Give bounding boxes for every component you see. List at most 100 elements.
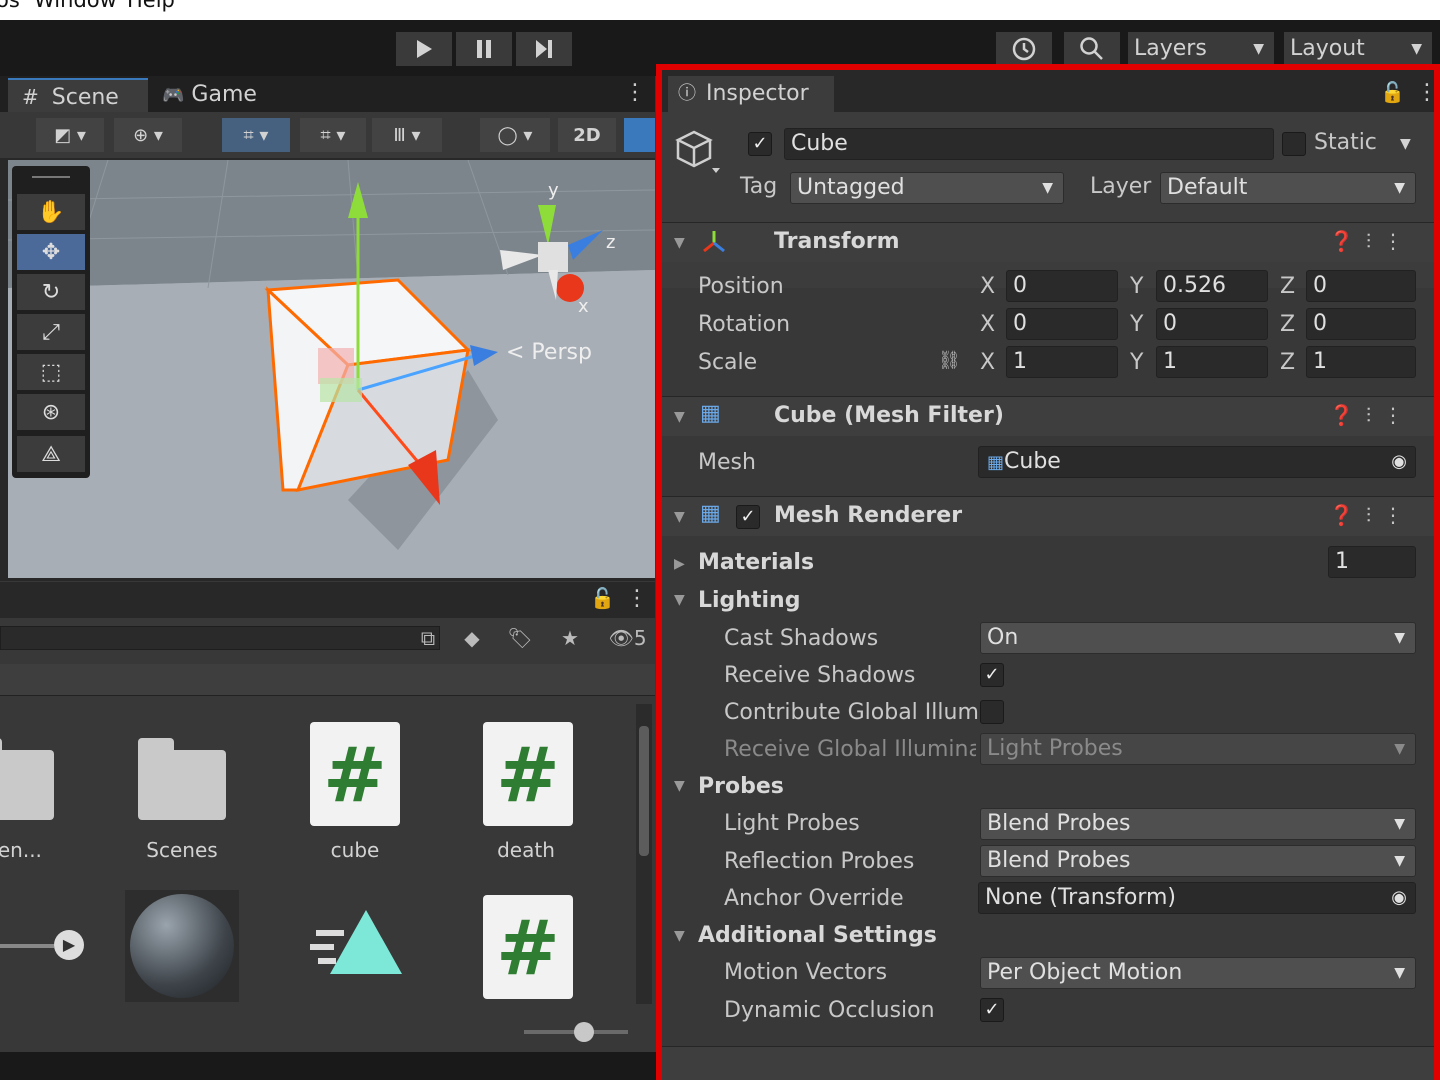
preset-icon[interactable]: ⫶: [1366, 503, 1383, 527]
target-icon[interactable]: ◉: [1391, 883, 1407, 913]
persp-label[interactable]: < Persp: [506, 340, 592, 365]
kebab-icon[interactable]: ⋮: [1416, 80, 1438, 105]
transform-tool-button[interactable]: ⊛: [17, 394, 85, 430]
reflection-probes-dropdown[interactable]: Blend Probes ▼: [980, 845, 1416, 877]
project-scrollbar[interactable]: [636, 704, 652, 1004]
move-tool-button[interactable]: ✥: [17, 234, 85, 270]
globe-button[interactable]: ⊕ ▾: [114, 118, 182, 152]
link-icon[interactable]: ⛓: [938, 350, 961, 371]
rotate-tool-button[interactable]: ↻: [17, 274, 85, 310]
kebab-icon[interactable]: ⋮: [1383, 229, 1415, 253]
scene-viewport[interactable]: y z x < Persp: [8, 160, 655, 578]
scale-z-field[interactable]: 1: [1306, 346, 1416, 378]
position-y-field[interactable]: 0.526: [1156, 270, 1268, 302]
favorites-button[interactable]: ★: [550, 620, 590, 656]
folder-icon[interactable]: [138, 738, 226, 820]
light-probes-dropdown[interactable]: Blend Probes ▼: [980, 808, 1416, 840]
motion-vectors-dropdown[interactable]: Per Object Motion ▼: [980, 957, 1416, 989]
anchor-override-field[interactable]: None (Transform) ◉: [978, 882, 1416, 914]
rotation-x-field[interactable]: 0: [1006, 308, 1118, 340]
tab-scene[interactable]: # Scene: [8, 78, 148, 112]
filter-label-button[interactable]: 🏷: [500, 620, 540, 656]
layer-dropdown[interactable]: Default ▼: [1160, 172, 1416, 204]
preset-icon[interactable]: ⫶: [1366, 229, 1383, 253]
script-icon[interactable]: #: [483, 895, 573, 999]
grid-snap-button[interactable]: ⌗ ▾: [222, 118, 290, 152]
scale-x-field[interactable]: 1: [1006, 346, 1118, 378]
help-icon[interactable]: ❓: [1329, 229, 1366, 253]
project-search-input[interactable]: [0, 626, 440, 650]
additional-settings-label[interactable]: Additional Settings: [698, 923, 937, 948]
probes-foldout-icon[interactable]: ▼: [674, 778, 685, 794]
contribute-gi-checkbox[interactable]: [980, 700, 1004, 724]
pause-button[interactable]: [456, 32, 512, 66]
foldout-icon[interactable]: ▼: [674, 235, 685, 251]
rotation-z-field[interactable]: 0: [1306, 308, 1416, 340]
scale-tool-button[interactable]: ⤢: [17, 314, 85, 350]
ruler-button[interactable]: Ⅲ ▾: [372, 118, 442, 152]
script-icon[interactable]: #: [483, 722, 573, 826]
icon-size-slider[interactable]: [524, 1022, 628, 1042]
tag-dropdown[interactable]: Untagged ▼: [790, 172, 1064, 204]
script-icon[interactable]: #: [310, 722, 400, 826]
menu-item-help[interactable]: Help: [127, 0, 175, 12]
kebab-icon[interactable]: ⋮: [626, 586, 648, 611]
tab-inspector[interactable]: ⓘ Inspector: [668, 76, 834, 112]
lock-icon[interactable]: 🔓: [590, 586, 615, 610]
hand-tool-button[interactable]: ✋: [17, 194, 85, 230]
hidden-packages-button[interactable]: 👁 5: [600, 620, 655, 656]
chevron-down-icon[interactable]: ▼: [1400, 136, 1411, 152]
position-x-field[interactable]: 0: [1006, 270, 1118, 302]
lighting-foldout-icon[interactable]: ▼: [674, 592, 685, 608]
kebab-icon[interactable]: ⋮: [1383, 503, 1415, 527]
active-checkbox[interactable]: ✓: [748, 132, 772, 156]
search-by-type-button[interactable]: ⧉: [408, 620, 448, 656]
position-z-field[interactable]: 0: [1306, 270, 1416, 302]
materials-label[interactable]: Materials: [698, 550, 814, 575]
mesh-renderer-enabled-checkbox[interactable]: ✓: [736, 505, 760, 529]
target-icon[interactable]: ◉: [1391, 447, 1407, 477]
foldout-icon[interactable]: ▼: [674, 409, 685, 425]
snap-increment-button[interactable]: ⌗ ▾: [300, 118, 366, 152]
dynamic-occlusion-checkbox[interactable]: ✓: [980, 998, 1004, 1022]
history-button[interactable]: [996, 32, 1052, 66]
materials-foldout-icon[interactable]: ▶: [674, 556, 685, 572]
audio-clip-asset[interactable]: ▶: [0, 928, 84, 962]
mesh-object-field[interactable]: ▦Cube ◉: [978, 446, 1416, 478]
scale-y-field[interactable]: 1: [1156, 346, 1268, 378]
static-checkbox[interactable]: [1282, 132, 1306, 156]
layers-dropdown[interactable]: Layers ▼: [1128, 32, 1274, 66]
menu-item-window[interactable]: Window: [34, 0, 117, 12]
additional-settings-foldout-icon[interactable]: ▼: [674, 928, 685, 944]
receive-shadows-checkbox[interactable]: ✓: [980, 663, 1004, 687]
animation-asset[interactable]: [310, 910, 402, 980]
help-icon[interactable]: ❓: [1329, 403, 1366, 427]
probes-label[interactable]: Probes: [698, 774, 784, 799]
draw-mode-button[interactable]: ◩ ▾: [36, 118, 104, 152]
cast-shadows-dropdown[interactable]: On ▼: [980, 622, 1416, 654]
step-button[interactable]: [516, 32, 572, 66]
object-name-field[interactable]: Cube: [784, 128, 1274, 160]
drag-handle[interactable]: [32, 176, 70, 178]
kebab-icon[interactable]: ⋮: [624, 80, 646, 105]
lock-icon[interactable]: 🔓: [1380, 80, 1405, 104]
material-asset[interactable]: [125, 890, 239, 1002]
2d-toggle-button[interactable]: 2D: [558, 118, 616, 152]
transform-header[interactable]: ▼ Transform ❓⫶⋮: [660, 222, 1435, 262]
kebab-icon[interactable]: ⋮: [1383, 403, 1415, 427]
tab-game[interactable]: 🎮 Game: [162, 78, 292, 112]
mesh-filter-header[interactable]: ▼ ▦ Cube (Mesh Filter) ❓⫶⋮: [660, 396, 1435, 436]
foldout-icon[interactable]: ▼: [674, 509, 685, 525]
play-icon[interactable]: ▶: [54, 930, 84, 960]
materials-count-field[interactable]: 1: [1328, 546, 1416, 578]
custom-tool-button[interactable]: ⟁: [17, 436, 85, 472]
search-button[interactable]: [1064, 32, 1120, 66]
rotation-y-field[interactable]: 0: [1156, 308, 1268, 340]
menu-item-tools[interactable]: os: [0, 0, 20, 12]
preset-icon[interactable]: ⫶: [1366, 403, 1383, 427]
mesh-renderer-header[interactable]: ▼ ▦ ✓ Mesh Renderer ❓⫶⋮: [660, 496, 1435, 536]
lighting-label[interactable]: Lighting: [698, 588, 800, 613]
play-button[interactable]: [396, 32, 452, 66]
render-mode-button[interactable]: ◯ ▾: [480, 118, 550, 152]
rect-tool-button[interactable]: ⬚: [17, 354, 85, 390]
